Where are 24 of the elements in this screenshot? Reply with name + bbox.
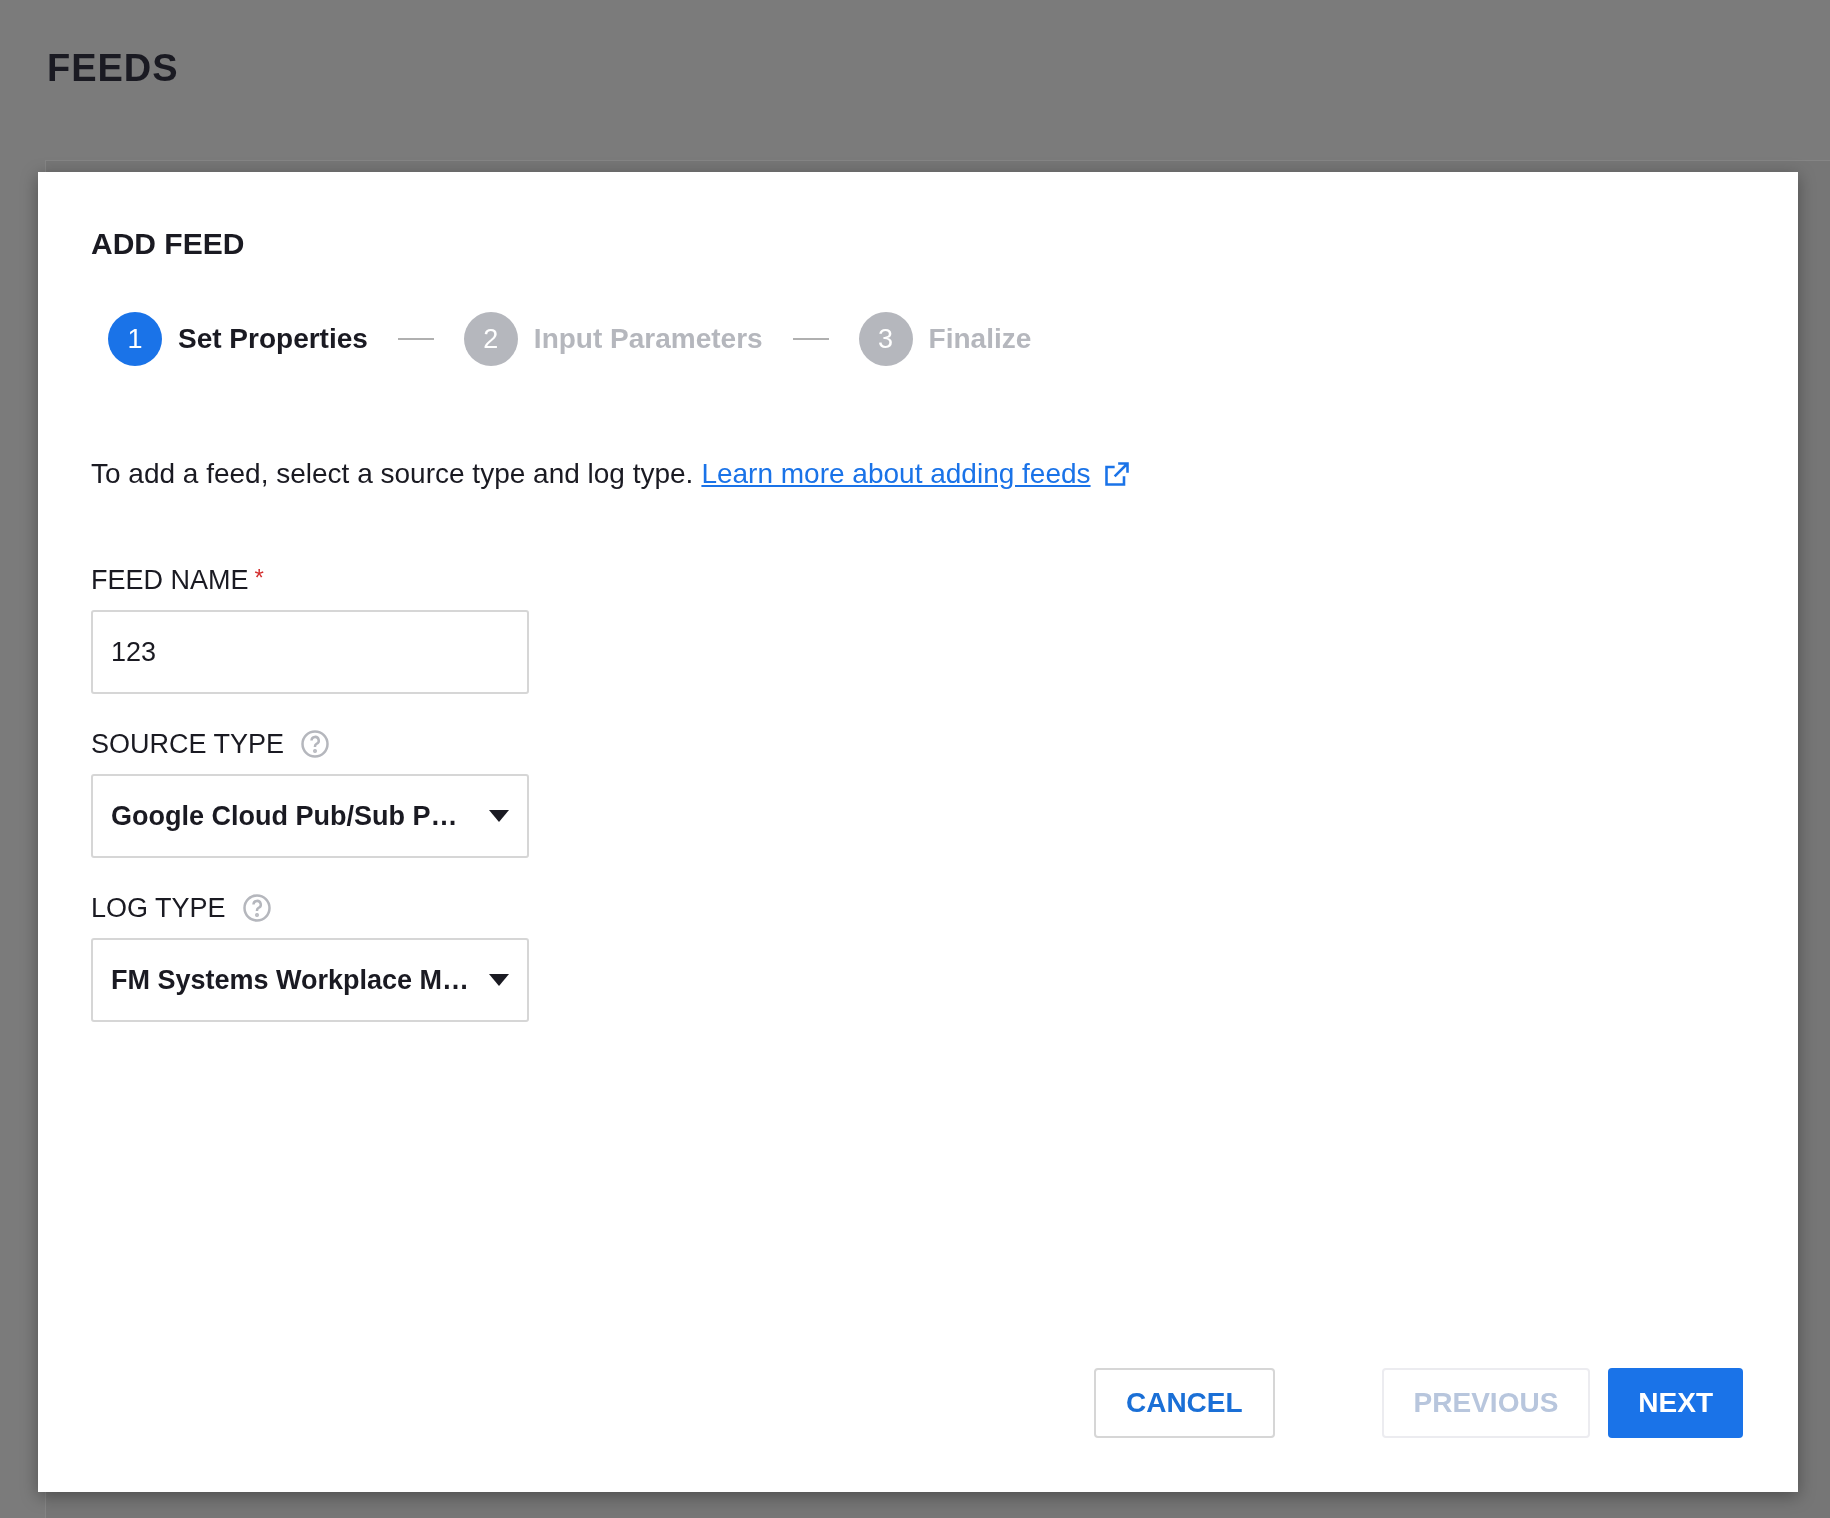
dialog-title: ADD FEED — [91, 226, 246, 262]
help-icon[interactable] — [300, 729, 331, 759]
dialog-button[interactable]: CANCEL — [1093, 1368, 1275, 1438]
learn-more-link[interactable]: Learn more about adding feeds — [701, 454, 1091, 494]
page-title: FEEDS — [47, 46, 179, 91]
dropdown-field[interactable]: FM Systems Workplace M… — [91, 938, 529, 1022]
field-label: LOG TYPE — [91, 891, 226, 925]
step-label: Finalize — [928, 322, 1032, 356]
step-label: Set Properties — [178, 322, 368, 356]
dialog-button[interactable]: NEXT — [1608, 1368, 1743, 1438]
caret-icon — [489, 974, 509, 986]
field-label: SOURCE TYPE — [91, 727, 285, 761]
external-link-icon[interactable] — [1102, 460, 1131, 488]
dropdown-field[interactable]: Google Cloud Pub/Sub P… — [91, 774, 529, 858]
step-number: 2 — [463, 312, 518, 366]
required-mark: * — [254, 563, 264, 593]
step-number: 1 — [108, 312, 162, 366]
field-label: FEED NAME — [91, 563, 249, 597]
help-icon[interactable] — [241, 893, 272, 923]
intro-text: To add a feed, select a source type and log type. — [91, 457, 694, 491]
step-label: Input Parameters — [533, 322, 763, 356]
step-number: 3 — [858, 312, 913, 366]
feed-name-field[interactable]: 123 — [91, 610, 529, 694]
caret-icon — [489, 810, 509, 822]
